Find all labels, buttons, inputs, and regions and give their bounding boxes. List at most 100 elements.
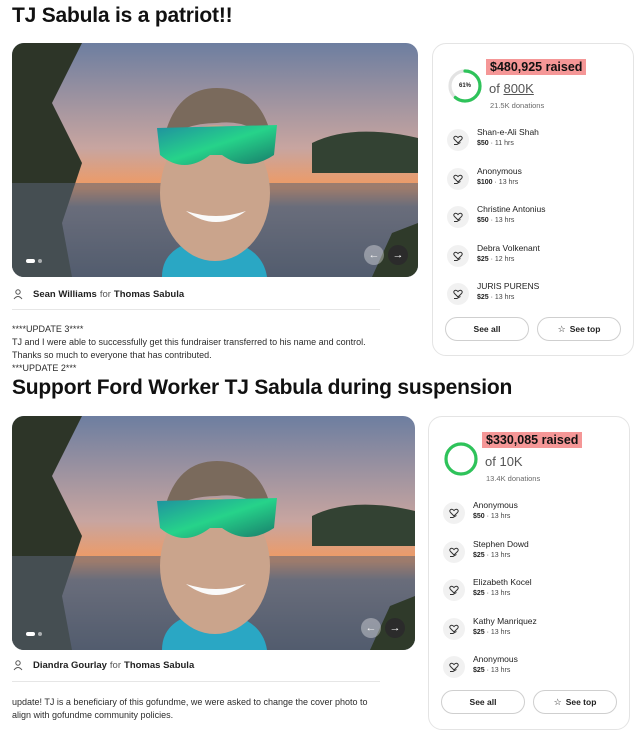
donation-item: JURIS PURENS $25 · 13 hrs — [447, 278, 623, 317]
arrow-left-icon[interactable]: ← — [361, 618, 381, 638]
cover-photo[interactable]: ← → — [12, 416, 415, 650]
cover-photo-image — [12, 416, 415, 650]
for-text: for — [99, 288, 111, 300]
see-top-button[interactable]: ☆ See top — [537, 317, 621, 341]
organizer-name[interactable]: Sean Williams — [33, 289, 97, 300]
carousel-dot[interactable] — [38, 259, 42, 263]
donation-meta: $25 · 13 hrs — [473, 590, 510, 597]
star-icon: ☆ — [553, 696, 562, 707]
beneficiary-name[interactable]: Thomas Sabula — [124, 660, 194, 671]
donation-time: · 13 hrs — [488, 294, 515, 301]
arrow-right-icon[interactable]: → — [388, 245, 408, 265]
donation-amount: $50 — [477, 217, 489, 224]
arrow-left-icon[interactable]: ← — [364, 245, 384, 265]
donation-meta: $50 · 13 hrs — [473, 513, 510, 520]
donation-count: 13.4K donations — [486, 474, 541, 483]
donation-amount: $25 — [473, 628, 485, 636]
donation-meta: $25 · 12 hrs — [477, 256, 514, 263]
donation-time: · 13 hrs — [488, 217, 515, 224]
divider — [12, 681, 380, 682]
story-line: ****UPDATE 3**** — [12, 324, 84, 334]
donation-time: · 11 hrs — [488, 140, 514, 147]
beneficiary-name[interactable]: Thomas Sabula — [114, 289, 184, 300]
story-line: TJ and I were able to successfully get t… — [12, 337, 366, 347]
goal-amount: 10K — [499, 454, 523, 469]
donation-panel: 61% $480,925 raised of 800K 21.5K donati… — [432, 43, 634, 356]
donation-panel: $330,085 raised of 10K 13.4K donations A… — [428, 416, 630, 730]
see-all-button[interactable]: See all — [445, 317, 529, 341]
donation-time: · 12 hrs — [488, 255, 515, 263]
heart-hand-icon — [447, 206, 469, 228]
story-line: Thanks so much to everyone that has cont… — [12, 350, 212, 360]
goal-amount[interactable]: 800K — [503, 81, 533, 96]
see-top-button[interactable]: ☆ See top — [533, 690, 617, 714]
fundraiser-title: TJ Sabula is a patriot!! — [12, 4, 233, 27]
carousel-dot[interactable] — [26, 259, 35, 263]
organizer-name[interactable]: Diandra Gourlay — [33, 660, 107, 671]
donation-item: Anonymous $25 · 13 hrs — [443, 651, 619, 690]
see-top-label: See top — [565, 697, 597, 707]
donation-amount: $25 — [473, 590, 485, 597]
donor-name: Shan-e-Ali Shah — [477, 127, 539, 137]
donation-amount: $100 — [477, 178, 493, 186]
cover-photo-image — [12, 43, 418, 277]
donation-amount: $25 — [473, 551, 485, 559]
donation-time: · 13 hrs — [484, 551, 511, 559]
donor-name: Elizabeth Kocel — [473, 577, 532, 587]
for-text: for — [109, 659, 122, 671]
person-icon — [12, 659, 24, 671]
heart-hand-icon — [443, 656, 465, 678]
donation-amount: $50 — [473, 513, 485, 520]
goal-text: of 10K — [485, 454, 523, 469]
progress-ring: 61% — [447, 68, 483, 104]
goal-prefix: of — [485, 454, 496, 469]
carousel-dot[interactable] — [26, 632, 35, 636]
donation-item: Anonymous $50 · 13 hrs — [443, 497, 619, 536]
donation-item: Stephen Dowd $25 · 13 hrs — [443, 536, 619, 575]
donor-name: Christine Antonius — [477, 204, 546, 214]
donor-name: Anonymous — [477, 165, 522, 176]
story-text: update! TJ is a beneficiary of this gofu… — [12, 696, 384, 722]
donation-time: · 13 hrs — [484, 628, 511, 636]
organizer-line: Diandra Gourlay for Thomas Sabula — [12, 659, 194, 671]
donation-meta: $100 · 13 hrs — [477, 179, 518, 186]
amount-raised: $480,925 raised — [486, 59, 587, 75]
donor-name: Anonymous — [473, 500, 518, 510]
arrow-right-icon[interactable]: → — [385, 618, 405, 638]
donation-meta: $50 · 11 hrs — [477, 140, 514, 147]
donation-item: Elizabeth Kocel $25 · 13 hrs — [443, 574, 619, 613]
heart-hand-icon — [443, 579, 465, 601]
heart-hand-icon — [443, 617, 465, 640]
progress-ring — [443, 441, 479, 477]
donation-list: Shan-e-Ali Shah $50 · 11 hrs Anonymous $… — [447, 124, 623, 317]
carousel-dot[interactable] — [38, 632, 42, 636]
donation-item: Christine Antonius $50 · 13 hrs — [447, 201, 623, 240]
fundraiser-title: Support Ford Worker TJ Sabula during sus… — [12, 376, 513, 399]
cover-photo[interactable]: ← → — [12, 43, 418, 277]
progress-percent: 61% — [458, 83, 471, 89]
donation-item: Kathy Manriquez $25 · 13 hrs — [443, 613, 619, 652]
donation-meta: $25 · 13 hrs — [473, 552, 510, 559]
donation-meta: $25 · 13 hrs — [473, 629, 510, 636]
heart-hand-icon — [447, 244, 469, 267]
star-icon: ☆ — [557, 323, 566, 334]
donor-name: Debra Volkenant — [477, 242, 540, 253]
see-all-button[interactable]: See all — [441, 690, 525, 714]
donation-meta: $25 · 13 hrs — [473, 667, 510, 674]
donation-time: · 13 hrs — [492, 178, 519, 186]
donation-amount: $25 — [477, 294, 489, 301]
donation-amount: $25 — [477, 255, 489, 263]
organizer-line: Sean Williams for Thomas Sabula — [12, 288, 184, 300]
see-top-label: See top — [569, 324, 601, 334]
donation-time: · 13 hrs — [484, 513, 511, 520]
heart-hand-icon — [447, 283, 469, 305]
amount-raised: $330,085 raised — [482, 432, 583, 448]
donation-item: Debra Volkenant $25 · 12 hrs — [447, 240, 623, 279]
goal-prefix: of — [489, 81, 500, 96]
donation-amount: $25 — [473, 667, 485, 674]
carousel-indicator — [26, 632, 42, 636]
heart-hand-icon — [447, 167, 469, 190]
donor-name: Stephen Dowd — [473, 538, 529, 549]
donation-item: Shan-e-Ali Shah $50 · 11 hrs — [447, 124, 623, 163]
person-icon — [12, 288, 24, 300]
